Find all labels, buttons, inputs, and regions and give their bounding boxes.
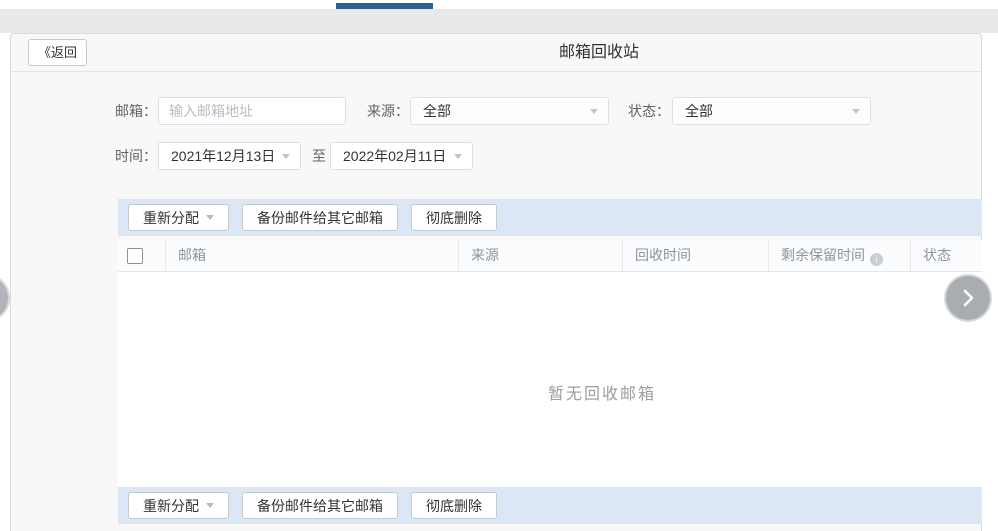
reassign-button-label: 重新分配 [143,208,199,228]
chevron-right-icon [956,286,980,310]
backup-mail-button[interactable]: 备份邮件给其它邮箱 [242,204,398,231]
back-button[interactable]: 《返回 [28,39,87,66]
chevron-down-icon [590,109,598,114]
time-filter-label: 时间： [115,142,157,170]
reassign-button[interactable]: 重新分配 [128,492,229,519]
chevron-down-icon [282,154,290,159]
table-header-row: 邮箱 来源 回收时间 剩余保留时间 i 状态 [118,240,982,272]
chevron-down-icon [852,109,860,114]
date-from-value: 2021年12月13日 [171,148,275,164]
retention-time-label: 剩余保留时间 [781,247,865,263]
column-header-recycle-time: 回收时间 [622,240,768,271]
page-title: 邮箱回收站 [559,34,639,72]
empty-state-text: 暂无回收邮箱 [548,380,656,404]
source-select[interactable]: 全部 [410,97,609,125]
reassign-button[interactable]: 重新分配 [128,204,229,231]
reassign-button-label: 重新分配 [143,496,199,516]
column-header-status: 状态 [910,240,982,271]
source-select-value: 全部 [423,103,451,119]
status-filter-label: 状态： [628,97,670,125]
column-header-retention-time: 剩余保留时间 i [768,240,910,271]
info-icon[interactable]: i [870,253,883,266]
table-body: 暂无回收邮箱 [118,272,982,487]
table-toolbar-bottom: 重新分配 备份邮件给其它邮箱 彻底删除 [118,487,982,524]
status-select-value: 全部 [685,103,713,119]
date-range-to-label: 至 [312,142,326,170]
date-from-select[interactable]: 2021年12月13日 [158,142,301,170]
chevron-down-icon [206,215,214,220]
scroll-right-button[interactable] [946,276,990,320]
scroll-left-button[interactable] [0,276,8,320]
date-to-select[interactable]: 2022年02月11日 [330,142,473,170]
column-header-mailbox: 邮箱 [165,240,458,271]
source-filter-label: 来源： [367,97,409,125]
mailbox-filter-label: 邮箱： [115,97,157,125]
date-to-value: 2022年02月11日 [343,148,446,164]
select-all-checkbox[interactable] [127,248,143,264]
table-header-checkbox-cell [118,240,165,271]
page-background-band [0,9,998,33]
recycle-bin-panel: 《返回 邮箱回收站 邮箱： 来源： 全部 状态： 全部 时间： 2021年12月… [10,33,982,531]
chevron-down-icon [206,503,214,508]
column-header-source: 来源 [458,240,622,271]
backup-mail-button[interactable]: 备份邮件给其它邮箱 [242,492,398,519]
delete-forever-button[interactable]: 彻底删除 [411,204,497,231]
panel-header: 《返回 邮箱回收站 [11,34,981,72]
chevron-down-icon [454,154,462,159]
mailbox-search-input[interactable] [158,97,346,125]
table-toolbar-top: 重新分配 备份邮件给其它邮箱 彻底删除 [118,199,982,236]
status-select[interactable]: 全部 [672,97,871,125]
delete-forever-button[interactable]: 彻底删除 [411,492,497,519]
